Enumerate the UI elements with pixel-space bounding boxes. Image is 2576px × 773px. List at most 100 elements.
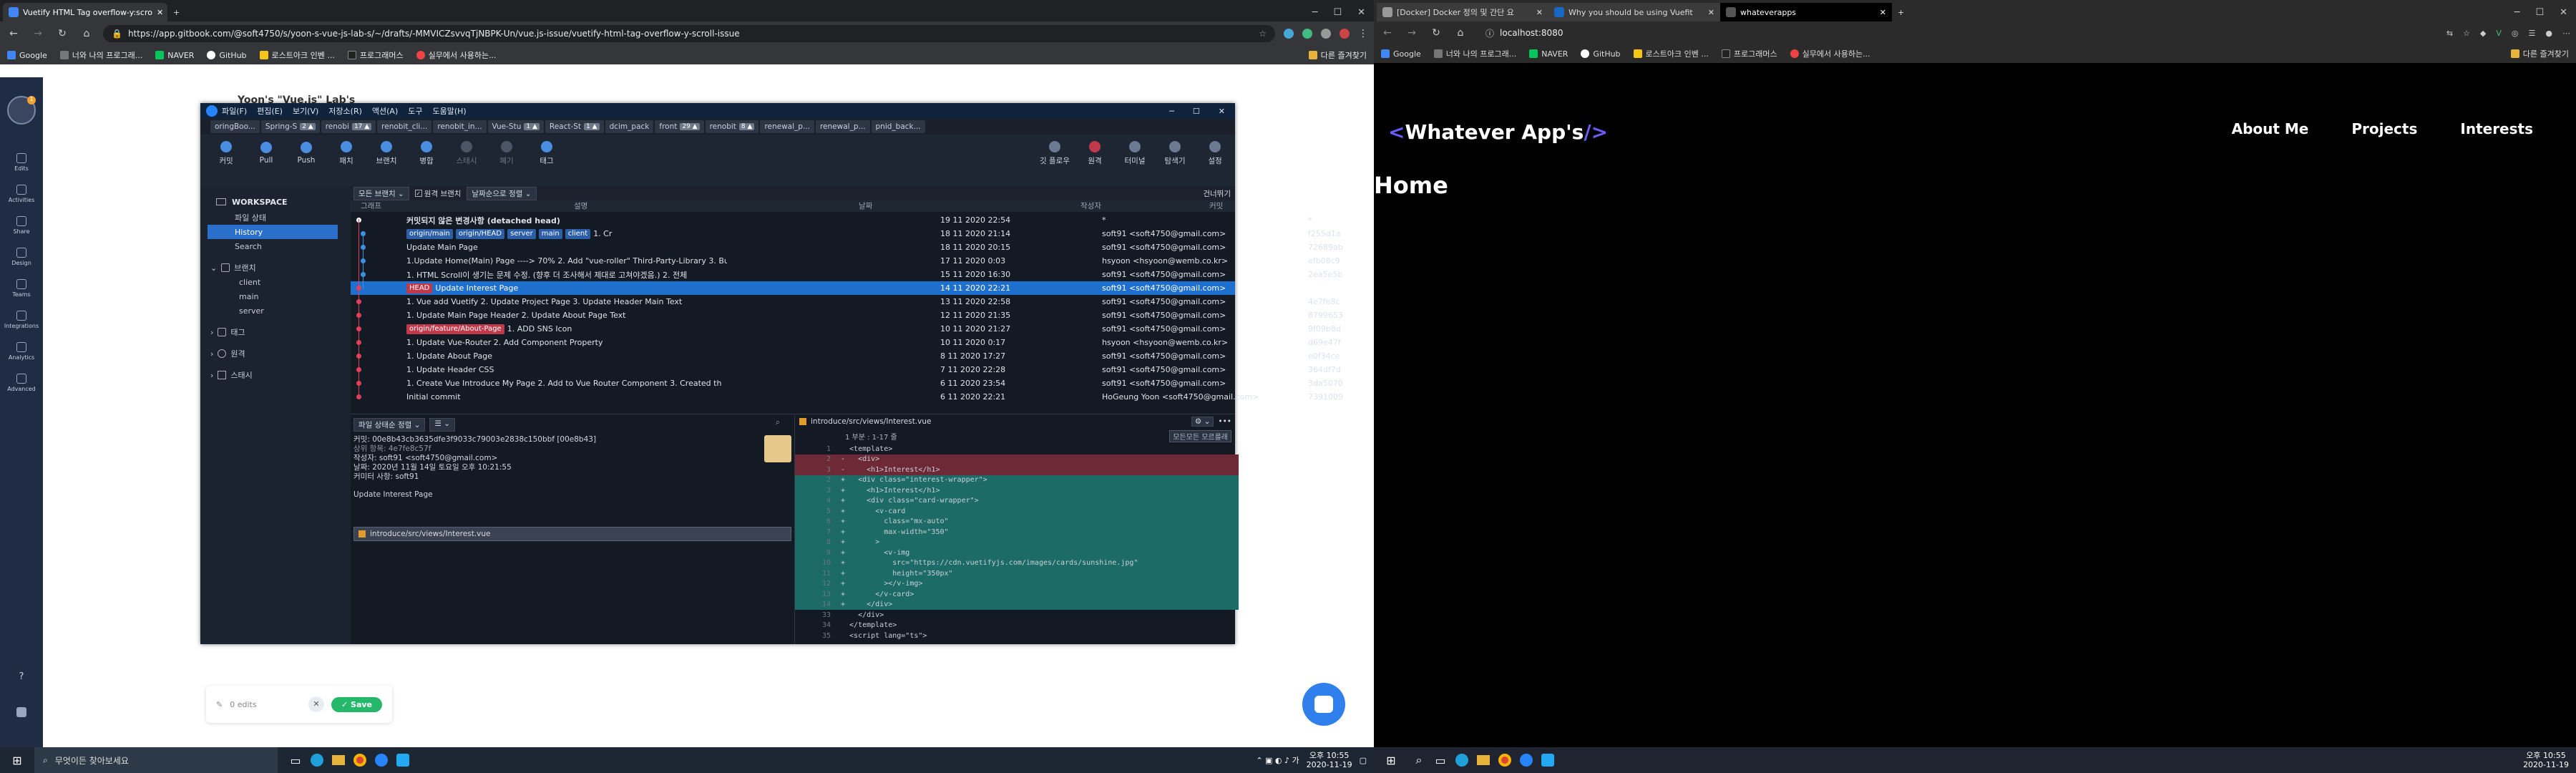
file-sort-select[interactable]: 파일 상태순 정렬 ⌄: [353, 418, 426, 432]
chrome-icon[interactable]: [1494, 749, 1516, 771]
sidebar-item-edits[interactable]: Edits: [0, 153, 43, 172]
nav-about-me[interactable]: About Me: [2232, 120, 2309, 137]
changed-file-row[interactable]: introduce/src/views/Interest.vue: [353, 527, 791, 541]
browser-tab-active[interactable]: whateverapps ✕: [1720, 3, 1892, 21]
maximize-icon[interactable]: ☐: [1193, 107, 1200, 116]
commit-row[interactable]: 1. Vue add Vuetify 2. Update Project Pag…: [351, 295, 1340, 308]
edge-icon[interactable]: [306, 749, 328, 771]
header-author[interactable]: 작성자: [1080, 200, 1101, 211]
home-icon[interactable]: ⌂: [79, 28, 94, 39]
translate-icon[interactable]: ⇆: [2446, 29, 2453, 38]
star-icon[interactable]: ☆: [1259, 29, 1267, 39]
toolbar-button[interactable]: 원격: [1075, 140, 1115, 166]
commit-row[interactable]: origin/feature/About-Page 1. ADD SNS Icon…: [351, 322, 1341, 336]
tray-icons[interactable]: ⌃ ▣ ◐ ♪ 가: [1256, 754, 1299, 766]
new-tab-button[interactable]: +: [167, 3, 185, 21]
bookmark-programming[interactable]: 너와 나의 프로그래...: [59, 49, 142, 61]
repo-tab[interactable]: renobit 8 ▲: [705, 120, 759, 133]
task-view-icon[interactable]: ▭: [1430, 749, 1451, 771]
taskbar-search-input[interactable]: ⌕ 무엇이든 찾아보세요: [34, 747, 278, 773]
close-window-icon[interactable]: ✕: [1219, 107, 1225, 116]
toolbar-button[interactable]: Push: [286, 142, 326, 165]
repo-tab[interactable]: renewal_p...: [760, 120, 814, 133]
diff-options-gear-icon[interactable]: ⚙ ⌄: [1191, 417, 1214, 427]
app-logo[interactable]: <Whatever App's/>: [1388, 120, 1608, 144]
branch-main[interactable]: main: [200, 289, 351, 303]
commit-row[interactable]: 1. Create Vue Introduce My Page 2. Add t…: [351, 376, 1343, 390]
windows-start-icon[interactable]: ⊞: [0, 749, 34, 771]
extension-icon[interactable]: [1284, 29, 1294, 39]
stashes-section[interactable]: › 스태시: [200, 368, 351, 382]
nav-file-status[interactable]: 파일 상태: [200, 210, 351, 225]
bookmark-work[interactable]: 실무에서 사용하는...: [416, 49, 497, 61]
branch-client[interactable]: client: [200, 275, 351, 289]
sourcetree-icon[interactable]: [1516, 749, 1537, 771]
profile-avatar[interactable]: [1340, 29, 1350, 39]
chrome-icon[interactable]: [349, 749, 371, 771]
search-icon[interactable]: ⌕: [1408, 749, 1430, 771]
clock[interactable]: 오후 10:55 2020-11-19: [1307, 751, 1352, 769]
commit-row[interactable]: 커밋되지 않은 변경사항 (detached head) 19 11 2020 2…: [351, 213, 1312, 227]
maximize-icon[interactable]: ☐: [2535, 7, 2544, 18]
discard-button[interactable]: ✕: [308, 696, 324, 712]
clock[interactable]: 오후 10:55 2020-11-19: [2523, 751, 2569, 769]
minimize-icon[interactable]: ─: [1169, 107, 1174, 116]
header-commit[interactable]: 커밋: [1209, 200, 1223, 211]
browser-tab[interactable]: Why you should be using Vuefit ✕: [1548, 3, 1720, 21]
explorer-icon[interactable]: [328, 749, 349, 771]
menu-repository[interactable]: 저장소(R): [328, 105, 362, 117]
toolbar-button[interactable]: 터미널: [1115, 140, 1155, 166]
repo-tab[interactable]: oringBoo...: [210, 120, 260, 133]
commit-row[interactable]: Update Main Page 18 11 2020 20:15 soft91 <…: [351, 240, 1343, 254]
edge-icon[interactable]: [1451, 749, 1473, 771]
nav-interests[interactable]: Interests: [2460, 120, 2533, 137]
vue-devtools-icon[interactable]: V: [2496, 29, 2502, 38]
toolbar-button[interactable]: Pull: [246, 142, 286, 165]
minimize-icon[interactable]: ─: [2514, 7, 2520, 18]
profile-avatar[interactable]: ●: [2545, 29, 2552, 38]
commit-row[interactable]: Initial commit 6 11 2020 22:21 HoGeung Yoo…: [351, 390, 1343, 404]
commit-parent[interactable]: 상위 항목: 4e7fe8c57f: [353, 444, 596, 454]
menu-view[interactable]: 보기(V): [293, 105, 318, 117]
other-bookmarks[interactable]: 다른 즐겨찾기: [2510, 48, 2569, 59]
commit-row[interactable]: origin/main origin/HEAD server main client 1.…: [351, 227, 1341, 240]
sourcetree-icon[interactable]: [371, 749, 392, 771]
vue-devtools-icon[interactable]: [1302, 29, 1312, 39]
toolbar-button[interactable]: 커밋: [206, 140, 246, 166]
bookmark-lostark[interactable]: 로스트아크 인벤 ...: [259, 49, 335, 61]
back-icon[interactable]: ←: [1380, 27, 1395, 39]
layers-icon[interactable]: [0, 707, 43, 719]
repo-tab[interactable]: pnid_back...: [871, 120, 925, 133]
header-graph[interactable]: 그래프: [361, 200, 381, 211]
menu-edit[interactable]: 편집(E): [257, 105, 283, 117]
windows-start-icon[interactable]: ⊞: [1374, 749, 1408, 771]
search-icon[interactable]: ⌕: [776, 418, 780, 427]
menu-file[interactable]: 파일(F): [222, 105, 247, 117]
bookmark-programmers[interactable]: 프로그래머스: [347, 49, 404, 61]
browser-tab[interactable]: [Docker] Docker 정의 및 간단 요 ✕: [1377, 3, 1548, 21]
commit-row[interactable]: 1. Update About Page 8 11 2020 17:27 soft9…: [351, 349, 1340, 363]
discard-hunk-button[interactable]: 모든모든 모르를래: [1169, 429, 1231, 442]
commit-row[interactable]: 1. Update Vue-Router 2. Add Component Pr…: [351, 336, 1341, 349]
notification-icon[interactable]: ▢: [1360, 756, 1367, 765]
nav-history[interactable]: History: [208, 225, 338, 239]
sidebar-item-share[interactable]: Share: [0, 216, 43, 235]
branch-filter-select[interactable]: 모든 브랜치 ⌄: [353, 186, 409, 200]
collections-icon[interactable]: ☰: [2529, 29, 2536, 38]
remotes-section[interactable]: › 원격: [200, 346, 351, 361]
explorer-icon[interactable]: [1473, 749, 1494, 771]
more-options-icon[interactable]: •••: [1218, 417, 1236, 426]
new-tab-button[interactable]: +: [1892, 3, 1910, 21]
toolbar-button[interactable]: 패치: [326, 140, 366, 166]
close-tab-icon[interactable]: ✕: [157, 8, 163, 17]
close-window-icon[interactable]: ✕: [2560, 7, 2567, 18]
forward-icon[interactable]: →: [30, 28, 46, 39]
sidebar-item-design[interactable]: Design: [0, 248, 43, 266]
bookmark-google[interactable]: Google: [1381, 49, 1421, 59]
toolbar-button[interactable]: 깃 플로우: [1035, 140, 1075, 166]
toolbar-button[interactable]: 스태시: [447, 140, 487, 166]
show-remote-checkbox[interactable]: ✓ 원격 브랜치: [414, 188, 461, 199]
task-view-icon[interactable]: ▭: [285, 749, 306, 771]
commit-row[interactable]: HEAD Update Interest Page 14 11 2020 22:21…: [351, 281, 1343, 295]
repo-tab[interactable]: renobit_cli...: [377, 120, 432, 133]
